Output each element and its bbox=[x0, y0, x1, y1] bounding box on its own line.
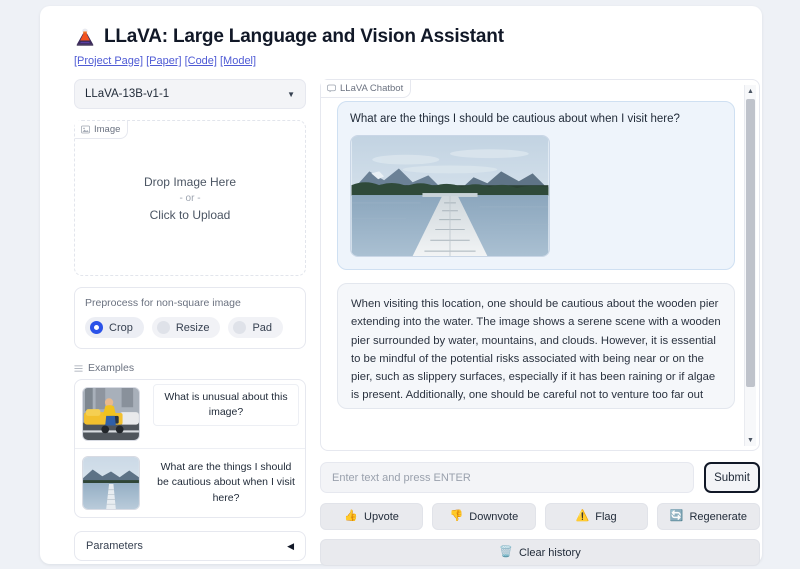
user-message-image[interactable] bbox=[350, 135, 550, 257]
radio-resize[interactable]: Resize bbox=[151, 317, 221, 338]
triangle-left-icon: ◀ bbox=[287, 540, 294, 551]
thumbs-down-icon: 👎 bbox=[449, 510, 464, 522]
caret-up-icon[interactable]: ▲ bbox=[745, 85, 756, 97]
chevron-down-icon: ▼ bbox=[287, 89, 295, 99]
radio-dot-icon bbox=[156, 321, 170, 334]
volcano-icon bbox=[76, 28, 94, 46]
radio-dot-icon bbox=[90, 321, 103, 334]
lake-pier-photo bbox=[82, 456, 140, 510]
chat-input-row: Enter text and press ENTER Submit bbox=[320, 462, 760, 493]
example-row-lake-pier[interactable]: What are the things I should be cautious… bbox=[75, 449, 305, 517]
chat-message-list: What are the things I should be cautious… bbox=[329, 96, 743, 450]
radio-pad-label: Pad bbox=[252, 321, 273, 334]
examples-table: What is unusual about this image? What a… bbox=[74, 379, 306, 518]
examples-section: Examples What is unusual about this imag… bbox=[74, 362, 306, 518]
parameters-label: Parameters bbox=[86, 540, 143, 552]
example-text-ironing-taxi: What is unusual about this image? bbox=[153, 384, 299, 427]
user-message-text: What are the things I should be cautious… bbox=[350, 113, 680, 125]
preprocess-title: Preprocess for non-square image bbox=[85, 297, 241, 309]
image-block-label-text: Image bbox=[94, 124, 121, 135]
flag-label: Flag bbox=[595, 510, 617, 523]
radio-crop-label: Crop bbox=[109, 321, 133, 334]
downvote-button[interactable]: 👎 Downvote bbox=[432, 503, 536, 530]
upvote-button[interactable]: 👍 Upvote bbox=[320, 503, 424, 530]
radio-crop[interactable]: Crop bbox=[85, 317, 144, 338]
radio-dot-icon bbox=[233, 321, 247, 334]
warning-icon: ⚠️ bbox=[575, 510, 590, 522]
chat-input[interactable]: Enter text and press ENTER bbox=[320, 462, 694, 493]
clear-history-label: Clear history bbox=[518, 546, 581, 559]
image-icon bbox=[81, 125, 90, 134]
page-title-text: LLaVA: Large Language and Vision Assista… bbox=[104, 26, 504, 47]
preprocess-radios: Crop Resize Pad bbox=[85, 317, 295, 338]
chatbot-panel: LLaVA Chatbot What are the things I shou… bbox=[320, 79, 760, 451]
radio-pad[interactable]: Pad bbox=[228, 317, 284, 338]
examples-label: Examples bbox=[88, 362, 135, 374]
refresh-icon: 🔄 bbox=[669, 510, 684, 522]
example-thumb-cell bbox=[75, 380, 147, 448]
upvote-label: Upvote bbox=[364, 510, 399, 523]
image-dropzone[interactable]: Image Drop Image Here - or - Click to Up… bbox=[74, 120, 306, 276]
right-panel: LLaVA Chatbot What are the things I shou… bbox=[320, 79, 760, 566]
regenerate-button[interactable]: 🔄 Regenerate bbox=[656, 503, 760, 530]
left-panel: LLaVA-13B-v1-1 ▼ Image Drop Image Here -… bbox=[74, 79, 306, 566]
model-selector-value: LLaVA-13B-v1-1 bbox=[85, 88, 170, 100]
chat-message-assistant: When visiting this location, one should … bbox=[337, 283, 735, 409]
link-paper[interactable]: [Paper] bbox=[146, 55, 181, 67]
chat-scrollbar[interactable]: ▲ ▼ bbox=[744, 85, 756, 446]
dropzone-or-text: - or - bbox=[179, 192, 201, 204]
assistant-message-text: When visiting this location, one should … bbox=[351, 298, 721, 408]
chatbot-block-label-text: LLaVA Chatbot bbox=[340, 83, 404, 94]
preprocess-group: Preprocess for non-square image Crop Res… bbox=[74, 287, 306, 349]
chat-input-placeholder: Enter text and press ENTER bbox=[332, 471, 471, 484]
image-block-label: Image bbox=[75, 121, 129, 139]
header-links: [Project Page] [Paper] [Code] [Model] bbox=[74, 55, 748, 67]
model-selector[interactable]: LLaVA-13B-v1-1 ▼ bbox=[74, 79, 306, 109]
downvote-label: Downvote bbox=[469, 510, 519, 523]
chatbot-block-label: LLaVA Chatbot bbox=[321, 80, 412, 98]
link-project-page[interactable]: [Project Page] bbox=[74, 55, 143, 67]
page-title: LLaVA: Large Language and Vision Assista… bbox=[74, 26, 748, 48]
dropzone-drop-text: Drop Image Here bbox=[143, 174, 237, 189]
regenerate-label: Regenerate bbox=[689, 510, 747, 523]
parameters-accordion[interactable]: Parameters ◀ bbox=[74, 531, 306, 561]
example-thumb-cell bbox=[75, 449, 147, 517]
link-code[interactable]: [Code] bbox=[185, 55, 217, 67]
example-text-lake-pier: What are the things I should be cautious… bbox=[157, 461, 295, 504]
thumbs-up-icon: 👍 bbox=[344, 510, 359, 522]
list-icon bbox=[74, 364, 83, 372]
flag-button[interactable]: ⚠️ Flag bbox=[544, 503, 648, 530]
scrollbar-thumb[interactable] bbox=[746, 99, 755, 387]
chat-icon bbox=[327, 84, 336, 93]
clear-history-button[interactable]: 🗑️ Clear history bbox=[320, 539, 760, 566]
example-row-ironing-taxi[interactable]: What is unusual about this image? bbox=[75, 380, 305, 449]
main-columns: LLaVA-13B-v1-1 ▼ Image Drop Image Here -… bbox=[74, 79, 760, 566]
feedback-buttons: 👍 Upvote 👎 Downvote ⚠️ Flag 🔄 Regenerate bbox=[320, 503, 760, 530]
trash-icon: 🗑️ bbox=[499, 546, 513, 558]
dropzone-upload-text[interactable]: Click to Upload bbox=[150, 208, 231, 222]
chat-message-user: What are the things I should be cautious… bbox=[337, 101, 735, 270]
link-model[interactable]: [Model] bbox=[220, 55, 256, 67]
app-card: LLaVA: Large Language and Vision Assista… bbox=[40, 6, 762, 566]
submit-button[interactable]: Submit bbox=[704, 462, 760, 493]
caret-down-icon[interactable]: ▼ bbox=[745, 434, 756, 446]
radio-resize-label: Resize bbox=[175, 321, 210, 334]
submit-button-label: Submit bbox=[714, 471, 750, 484]
examples-header: Examples bbox=[74, 362, 306, 374]
ironing-taxi-photo bbox=[82, 387, 140, 441]
